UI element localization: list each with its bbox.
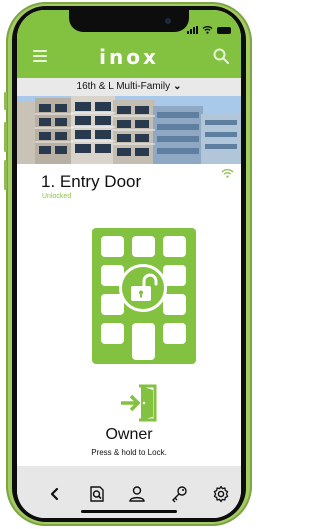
status-icons <box>187 24 231 34</box>
access-role: Owner <box>105 426 153 443</box>
app-screen: inox 16th & L Multi-Family ⌄ 1. Entry Do… <box>17 10 241 518</box>
search-log-icon[interactable] <box>87 484 107 504</box>
keypad-key <box>101 236 124 257</box>
search-icon[interactable] <box>213 48 229 64</box>
phone-side-button <box>4 122 7 152</box>
property-selector[interactable]: 16th & L Multi-Family ⌄ <box>17 78 241 96</box>
cellular-signal-icon <box>187 26 198 34</box>
chevron-down-icon: ⌄ <box>173 81 182 92</box>
status-bar <box>17 10 241 38</box>
building-illustration <box>17 96 241 164</box>
notch <box>69 10 189 32</box>
home-indicator <box>81 510 177 513</box>
key-icon[interactable] <box>169 484 189 504</box>
keypad-key <box>101 323 124 344</box>
keypad-key-bottom <box>132 333 155 360</box>
phone-side-button <box>4 160 7 190</box>
keypad-key <box>163 323 186 344</box>
phone-side-button <box>4 92 7 110</box>
keypad-key <box>163 236 186 257</box>
camera-icon <box>165 18 171 24</box>
settings-gear-icon[interactable] <box>211 484 231 504</box>
wifi-icon <box>221 168 234 178</box>
lock-status-circle <box>119 264 167 312</box>
enter-door-icon[interactable] <box>119 383 161 423</box>
property-name: 16th & L Multi-Family <box>76 81 171 92</box>
back-chevron-icon[interactable] <box>45 484 65 504</box>
keypad-key <box>132 236 155 257</box>
app-logo: inox <box>99 45 159 69</box>
door-status: Unlocked <box>42 193 72 200</box>
battery-icon <box>217 27 231 34</box>
door-name: 1. Entry Door <box>41 172 142 191</box>
user-icon[interactable] <box>127 484 147 504</box>
building-photo <box>17 96 241 164</box>
unlocked-padlock-icon <box>131 273 158 301</box>
keypad-key <box>163 294 186 315</box>
app-header: inox <box>17 10 241 78</box>
lock-instruction: Press & hold to Lock. <box>91 448 167 457</box>
wifi-status-icon <box>202 26 213 34</box>
